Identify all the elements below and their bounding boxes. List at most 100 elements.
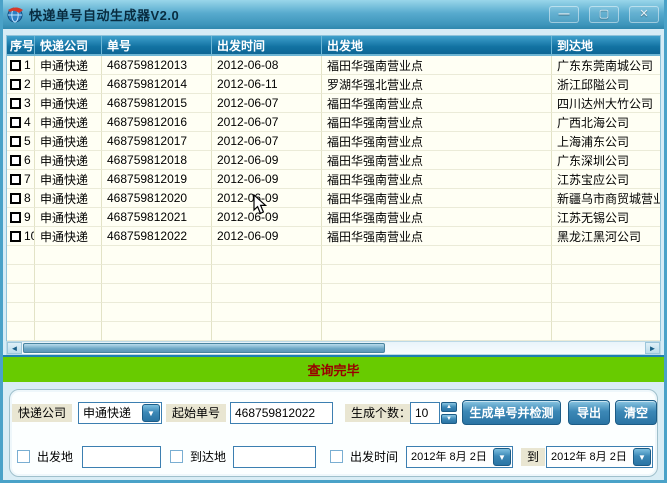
company-label: 快递公司 — [12, 404, 73, 422]
table-row[interactable]: 5 申通快递 468759812017 2012-06-07 福田华强南营业点 … — [7, 132, 660, 151]
row-checkbox[interactable] — [10, 78, 21, 90]
table-row[interactable]: 8 申通快递 468759812020 2012-06-09 福田华强南营业点 … — [7, 189, 660, 208]
chevron-down-icon[interactable]: ▼ — [633, 448, 651, 466]
row-seq-cell: 4 — [7, 113, 35, 132]
col-header-number[interactable]: 单号 — [102, 36, 212, 54]
row-depart-date: 2012-06-08 — [212, 56, 322, 75]
table-row[interactable]: 1 申通快递 468759812013 2012-06-08 福田华强南营业点 … — [7, 56, 660, 75]
row-company — [35, 265, 102, 284]
row-destination: 黑龙江黑河公司 — [552, 227, 660, 246]
row-depart-date — [212, 303, 322, 322]
row-depart-date: 2012-06-09 — [212, 208, 322, 227]
row-seq-cell: 8 — [7, 189, 35, 208]
table-row[interactable]: 6 申通快递 468759812018 2012-06-09 福田华强南营业点 … — [7, 151, 660, 170]
time-checkbox[interactable] — [330, 450, 343, 463]
shipment-table: 序号 快递公司 单号 出发时间 出发地 到达地 1 申通快递 468759812… — [6, 35, 661, 341]
row-destination — [552, 265, 660, 284]
minimize-button[interactable]: — — [549, 6, 579, 23]
row-company — [35, 246, 102, 265]
col-header-company[interactable]: 快递公司 — [35, 36, 102, 54]
row-checkbox[interactable] — [10, 154, 21, 166]
origin-label: 出发地 — [37, 450, 74, 464]
table-row[interactable]: 9 申通快递 468759812021 2012-06-09 福田华强南营业点 … — [7, 208, 660, 227]
scrollbar-thumb[interactable] — [23, 343, 385, 353]
scroll-right-icon[interactable]: ► — [645, 342, 660, 354]
table-row[interactable]: 7 申通快递 468759812019 2012-06-09 福田华强南营业点 … — [7, 170, 660, 189]
col-header-seq[interactable]: 序号 — [7, 36, 35, 54]
row-depart-date: 2012-06-09 — [212, 189, 322, 208]
row-depart-date: 2012-06-07 — [212, 132, 322, 151]
row-checkbox[interactable] — [10, 135, 21, 147]
row-checkbox[interactable] — [10, 59, 21, 71]
col-header-dest[interactable]: 到达地 — [552, 36, 660, 54]
horizontal-scrollbar[interactable]: ◄ ► — [6, 341, 661, 355]
export-button[interactable]: 导出 — [568, 400, 610, 425]
row-origin — [322, 303, 552, 322]
row-seq: 6 — [24, 153, 31, 167]
row-tracking-number: 468759812014 — [102, 75, 212, 94]
date-to-select[interactable]: 2012年 8月 2日 ▼ — [546, 446, 653, 468]
row-company: 申通快递 — [35, 94, 102, 113]
col-header-date[interactable]: 出发时间 — [212, 36, 322, 54]
row-checkbox[interactable] — [10, 97, 21, 109]
row-destination: 浙江邱隘公司 — [552, 75, 660, 94]
row-checkbox[interactable] — [10, 192, 21, 204]
date-from-select[interactable]: 2012年 8月 2日 ▼ — [406, 446, 513, 468]
row-tracking-number — [102, 284, 212, 303]
row-company — [35, 322, 102, 341]
clear-button[interactable]: 清空 — [615, 400, 657, 425]
start-number-input[interactable]: 468759812022 — [230, 402, 333, 424]
row-depart-date: 2012-06-09 — [212, 151, 322, 170]
spin-down-icon[interactable]: ▼ — [441, 414, 457, 424]
title-bar[interactable]: 快递单号自动生成器V2.0 — ▢ ✕ — [3, 0, 664, 29]
row-seq-cell: 3 — [7, 94, 35, 113]
row-tracking-number — [102, 246, 212, 265]
row-seq-cell: 10 — [7, 227, 35, 246]
row-tracking-number: 468759812017 — [102, 132, 212, 151]
start-number-label: 起始单号 — [166, 404, 227, 422]
row-destination: 广东东莞南城公司 — [552, 56, 660, 75]
table-row — [7, 303, 660, 322]
row-checkbox[interactable] — [10, 230, 21, 242]
table-row — [7, 322, 660, 341]
chevron-down-icon[interactable]: ▼ — [493, 448, 511, 466]
row-tracking-number: 468759812021 — [102, 208, 212, 227]
row-origin — [322, 246, 552, 265]
row-checkbox[interactable] — [10, 116, 21, 128]
generate-button[interactable]: 生成单号并检测 — [462, 400, 561, 425]
row-checkbox[interactable] — [10, 173, 21, 185]
row-origin: 福田华强南营业点 — [322, 94, 552, 113]
row-seq-cell: 9 — [7, 208, 35, 227]
row-depart-date: 2012-06-09 — [212, 227, 322, 246]
table-row — [7, 246, 660, 265]
close-button[interactable]: ✕ — [629, 6, 659, 23]
row-tracking-number: 468759812022 — [102, 227, 212, 246]
row-depart-date — [212, 265, 322, 284]
row-company: 申通快递 — [35, 75, 102, 94]
origin-input[interactable] — [82, 446, 161, 468]
dest-checkbox[interactable] — [170, 450, 183, 463]
maximize-button[interactable]: ▢ — [589, 6, 619, 23]
col-header-origin[interactable]: 出发地 — [322, 36, 552, 54]
table-row[interactable]: 4 申通快递 468759812016 2012-06-07 福田华强南营业点 … — [7, 113, 660, 132]
chevron-down-icon[interactable]: ▼ — [142, 404, 160, 422]
table-row[interactable]: 2 申通快递 468759812014 2012-06-11 罗湖华强北营业点 … — [7, 75, 660, 94]
table-row[interactable]: 10 申通快递 468759812022 2012-06-09 福田华强南营业点… — [7, 227, 660, 246]
row-checkbox[interactable] — [10, 211, 21, 223]
origin-checkbox[interactable] — [17, 450, 30, 463]
spin-up-icon[interactable]: ▲ — [441, 402, 457, 412]
row-company: 申通快递 — [35, 170, 102, 189]
row-destination: 新疆乌市商贸城营业 — [552, 189, 660, 208]
row-origin: 福田华强南营业点 — [322, 189, 552, 208]
table-row[interactable]: 3 申通快递 468759812015 2012-06-07 福田华强南营业点 … — [7, 94, 660, 113]
table-header-row: 序号 快递公司 单号 出发时间 出发地 到达地 — [7, 36, 660, 56]
count-input[interactable]: 10 — [410, 402, 440, 424]
control-panel: 快递公司 申通快递 ▼ 起始单号 468759812022 生成个数： 10 ▲… — [3, 382, 664, 480]
row-destination: 广西北海公司 — [552, 113, 660, 132]
dest-input[interactable] — [233, 446, 316, 468]
scroll-left-icon[interactable]: ◄ — [7, 342, 22, 354]
company-select[interactable]: 申通快递 ▼ — [78, 402, 162, 424]
date-to-value: 2012年 8月 2日 — [551, 451, 627, 463]
row-origin: 福田华强南营业点 — [322, 151, 552, 170]
row-destination: 广东深圳公司 — [552, 151, 660, 170]
